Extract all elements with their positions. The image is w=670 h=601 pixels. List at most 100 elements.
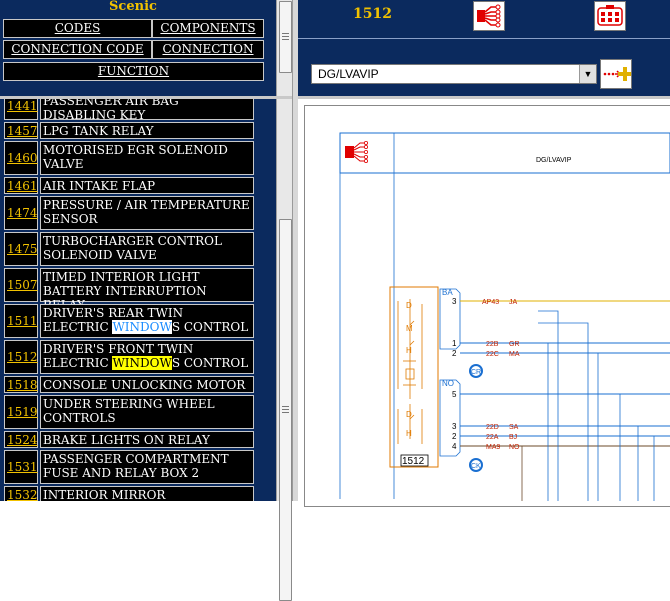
wire-color-code: NO [509, 444, 520, 451]
list-item-name: DRIVER'S REAR TWIN ELECTRIC WINDOWS CONT… [40, 304, 254, 338]
list-item-code[interactable]: 1532 [4, 486, 38, 501]
list-item-code[interactable]: 1518 [4, 376, 38, 393]
pin-number: 5 [452, 390, 457, 399]
pin-number: 4 [452, 442, 457, 451]
switch-label: D [406, 410, 412, 419]
list-item[interactable]: 1441 PASSENGER AIR BAG DISABLING KEY [4, 99, 254, 122]
list-item-code[interactable]: 1460 [4, 141, 38, 175]
wiring-select-value: DG/LVAVIP [318, 67, 379, 81]
connection-code-button[interactable]: CONNECTION CODE [3, 40, 152, 59]
list-item[interactable]: 1532 INTERIOR MIRROR [4, 486, 254, 501]
list-scrollbar[interactable] [276, 99, 293, 601]
function-button[interactable]: FUNCTION [3, 62, 264, 81]
navigation-panel: Scenic CODES COMPONENTS CONNECTION CODE … [0, 0, 276, 96]
list-item[interactable]: 1531 PASSENGER COMPARTMENT FUSE AND RELA… [4, 450, 254, 484]
list-item-code[interactable]: 1475 [4, 232, 38, 266]
list-item-selected[interactable]: 1512 DRIVER'S FRONT TWIN ELECTRIC WINDOW… [4, 340, 254, 374]
search-highlight: WINDOW [112, 320, 172, 334]
connector-no-label: NO [442, 379, 454, 388]
list-item-code[interactable]: 1512 [4, 340, 38, 374]
codes-button[interactable]: CODES [3, 19, 152, 38]
switch-label: H [406, 429, 412, 438]
wire-color-code: SA [509, 424, 519, 431]
list-item-name: PASSENGER COMPARTMENT FUSE AND RELAY BOX… [40, 450, 254, 484]
connector-number: 1512 [353, 6, 392, 22]
list-item-code[interactable]: 1511 [4, 304, 38, 338]
list-item[interactable]: 1518 CONSOLE UNLOCKING MOTOR [4, 376, 254, 393]
list-item-name: PRESSURE / AIR TEMPERATURE SENSOR [40, 196, 254, 230]
connection-button[interactable]: CONNECTION [152, 40, 264, 59]
switch-label: D [406, 301, 412, 310]
header-separator [298, 38, 670, 39]
switch-label: H [406, 346, 412, 355]
list-item[interactable]: 1507 TIMED INTERIOR LIGHT BATTERY INTERR… [4, 268, 254, 312]
wire-label: 22D [486, 424, 499, 431]
list-item-code[interactable]: 1531 [4, 450, 38, 484]
list-item[interactable]: 1461 AIR INTAKE FLAP [4, 177, 254, 194]
list-item-code[interactable]: 1507 [4, 268, 38, 302]
list-item-name-part: S CONTROL [171, 356, 249, 370]
list-item-name: DRIVER'S FRONT TWIN ELECTRIC WINDOWS CON… [40, 340, 254, 374]
list-item-code[interactable]: 1461 [4, 177, 38, 194]
wire-label: 22B [486, 341, 499, 348]
component-id: 1512 [402, 456, 425, 467]
list-item-name: UNDER STEERING WHEEL CONTROLS [40, 395, 254, 429]
list-scrollbar-thumb[interactable] [279, 219, 292, 601]
search-highlight: WINDOW [112, 356, 172, 370]
wiring-select[interactable]: DG/LVAVIP ▼ [311, 64, 597, 84]
app-title: Scenic [109, 0, 157, 14]
pin-number: 3 [452, 422, 457, 431]
connector-plug-icon[interactable] [594, 1, 626, 31]
switch-label: M [406, 324, 413, 333]
list-item-name: TIMED INTERIOR LIGHT BATTERY INTERRUPTIO… [40, 268, 254, 312]
list-item[interactable]: 1519 UNDER STEERING WHEEL CONTROLS [4, 395, 254, 429]
list-item-name: PASSENGER AIR BAG DISABLING KEY [40, 99, 254, 122]
wire-color-code: JA [509, 299, 518, 306]
header-frame [339, 132, 670, 174]
list-item-name: INTERIOR MIRROR [40, 486, 254, 501]
list-item-name-part: S CONTROL [171, 320, 249, 334]
list-item[interactable]: 1457 LPG TANK RELAY [4, 122, 254, 139]
wire-label: AP43 [482, 299, 499, 306]
list-item-name: LPG TANK RELAY [40, 122, 254, 139]
list-item-name: MOTORISED EGR SOLENOID VALVE [40, 141, 254, 175]
wiring-diagram-svg: DG/LVAVIP 1512 BA NO D M H D H 3 AP43 JA [339, 132, 670, 501]
list-item[interactable]: 1524 BRAKE LIGHTS ON RELAY [4, 431, 254, 448]
list-item[interactable]: 1460 MOTORISED EGR SOLENOID VALVE [4, 141, 254, 175]
components-button[interactable]: COMPONENTS [152, 19, 264, 38]
pin-number: 1 [452, 339, 457, 348]
svg-text:CR: CR [471, 369, 481, 376]
wire-color-code: GR [509, 341, 520, 348]
list-item-name: AIR INTAKE FLAP [40, 177, 254, 194]
list-item-code[interactable]: 1457 [4, 122, 38, 139]
diagram-header-label: DG/LVAVIP [536, 157, 572, 164]
svg-text:CK: CK [471, 463, 481, 470]
cr-badge: CR [469, 364, 483, 378]
list-item-code[interactable]: 1524 [4, 431, 38, 448]
wire-label: MA9 [486, 444, 501, 451]
nav-scrollbar-thumb[interactable] [279, 1, 292, 73]
harness-connector-icon[interactable] [473, 1, 505, 31]
wiring-diagram[interactable]: DG/LVAVIP 1512 BA NO D M H D H 3 AP43 JA [298, 99, 670, 507]
harness-logo-icon [345, 141, 369, 164]
pin-number: 2 [452, 349, 457, 358]
pin-number: 2 [452, 432, 457, 441]
wire-label: 22C [486, 351, 499, 358]
list-item-name: BRAKE LIGHTS ON RELAY [40, 431, 254, 448]
list-item-code[interactable]: 1519 [4, 395, 38, 429]
list-item[interactable]: 1475 TURBOCHARGER CONTROL SOLENOID VALVE [4, 232, 254, 266]
chevron-down-icon[interactable]: ▼ [579, 65, 596, 83]
list-item[interactable]: 1511 DRIVER'S REAR TWIN ELECTRIC WINDOWS… [4, 304, 254, 338]
diagram-header: 1512 DG/LVAVIP ▼ [298, 0, 670, 96]
list-item-name: CONSOLE UNLOCKING MOTOR [40, 376, 254, 393]
component-list: 1441 PASSENGER AIR BAG DISABLING KEY 145… [0, 99, 276, 501]
list-item-code[interactable]: 1441 [4, 99, 38, 120]
ck-badge: CK [469, 458, 483, 472]
list-item-name: TURBOCHARGER CONTROL SOLENOID VALVE [40, 232, 254, 266]
nav-scrollbar[interactable] [276, 0, 293, 96]
connector-ba-label: BA [442, 288, 453, 297]
list-item-code[interactable]: 1474 [4, 196, 38, 230]
add-plus-icon[interactable] [600, 59, 632, 89]
list-item[interactable]: 1474 PRESSURE / AIR TEMPERATURE SENSOR [4, 196, 254, 230]
wire-color-code: MA [509, 351, 520, 358]
